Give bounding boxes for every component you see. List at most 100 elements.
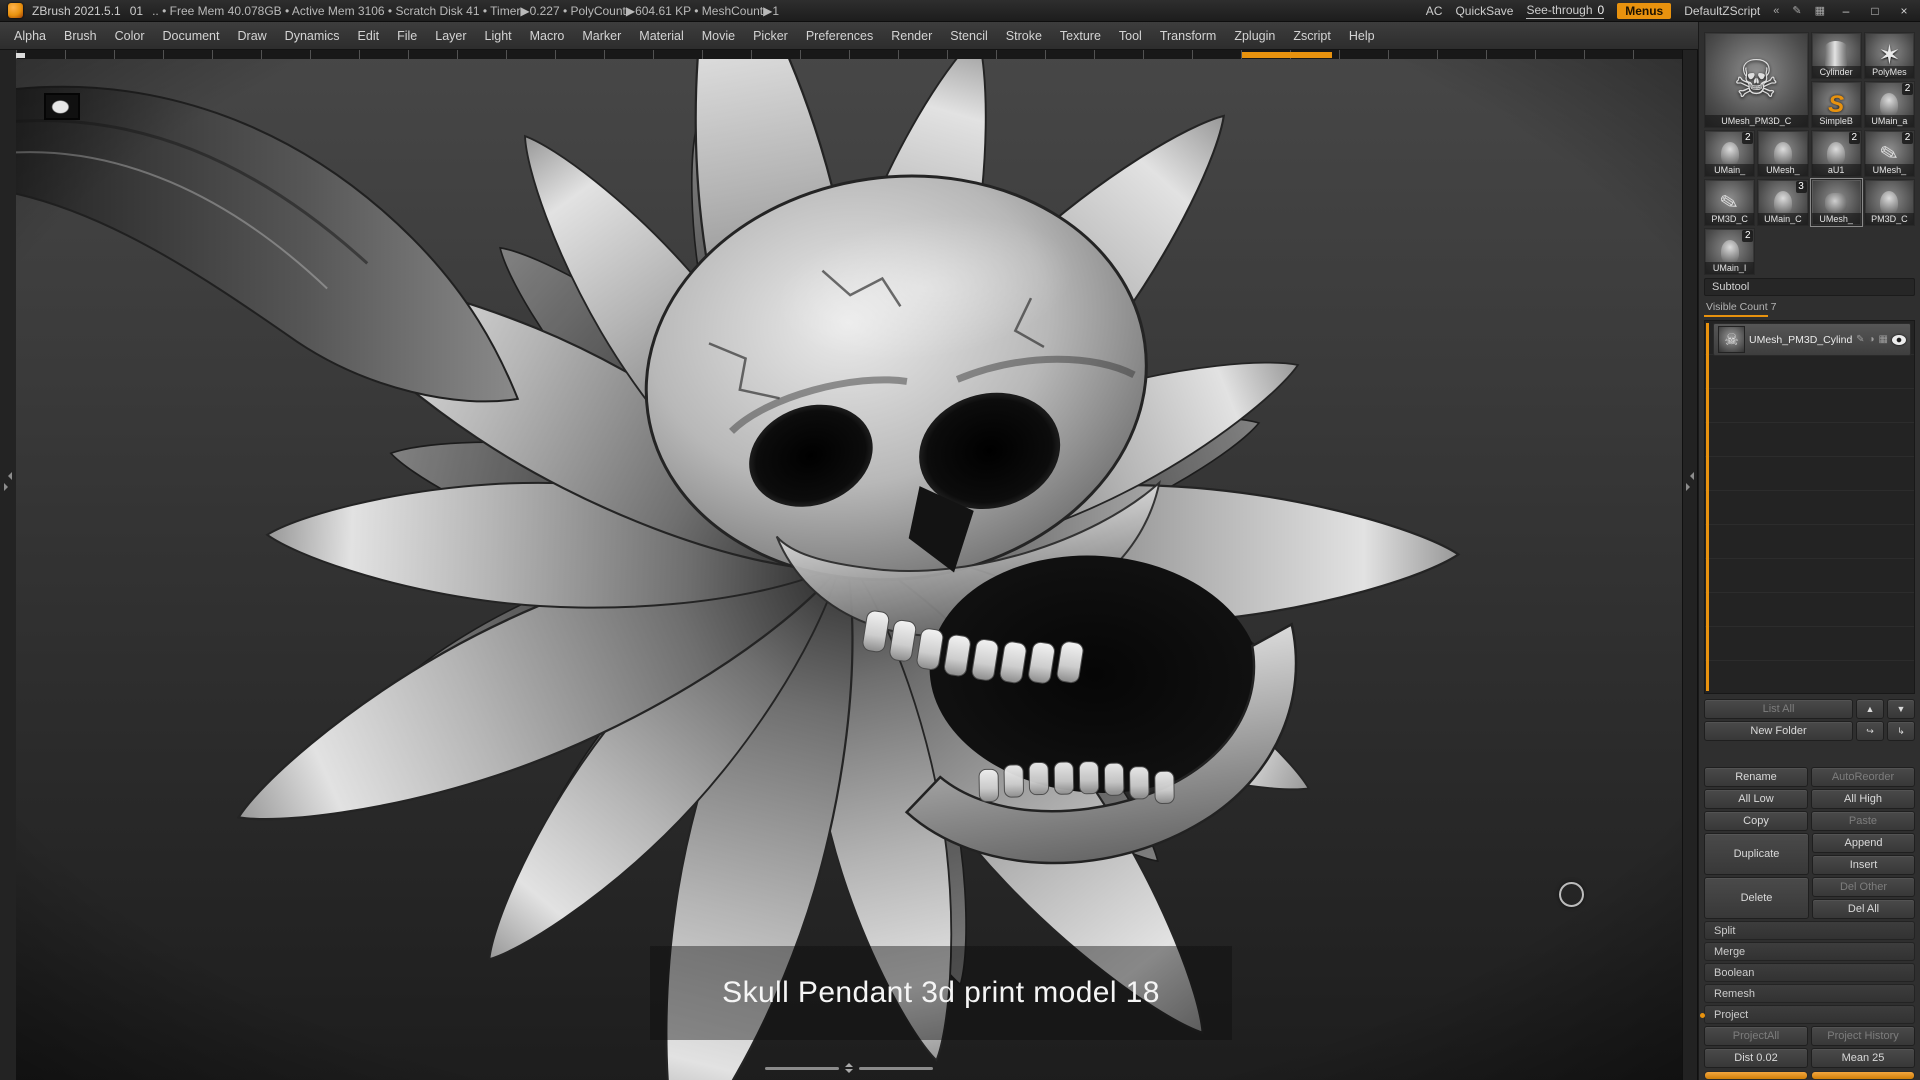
- menu-item[interactable]: Alpha: [14, 29, 46, 43]
- menu-item[interactable]: Preferences: [806, 29, 873, 43]
- ac-button[interactable]: AC: [1426, 4, 1443, 18]
- quicksave-button[interactable]: QuickSave: [1455, 4, 1513, 18]
- del-other-button[interactable]: Del Other: [1812, 877, 1915, 897]
- list-all-button[interactable]: List All: [1704, 699, 1853, 719]
- canvas-horizontal-scrollbar[interactable]: [765, 1059, 933, 1077]
- document-nav-thumbnail[interactable]: [44, 93, 80, 120]
- menu-item[interactable]: Tool: [1119, 29, 1142, 43]
- menu-item[interactable]: Zscript: [1293, 29, 1331, 43]
- menu-item[interactable]: Marker: [582, 29, 621, 43]
- tool-thumbnail-item[interactable]: SimpleB: [1810, 81, 1862, 128]
- project-all-button[interactable]: ProjectAll: [1704, 1026, 1808, 1046]
- subtool-list[interactable]: UMesh_PM3D_Cylinder3D1 ✎ ◑ ▦: [1704, 320, 1915, 694]
- minimize-button[interactable]: –: [1838, 4, 1854, 18]
- tool-thumbnail-item[interactable]: Cylinder: [1810, 32, 1862, 79]
- menu-item[interactable]: Dynamics: [285, 29, 340, 43]
- split-section-header[interactable]: Split: [1704, 921, 1915, 940]
- default-zscript-button[interactable]: DefaultZScript: [1684, 4, 1760, 18]
- all-low-button[interactable]: All Low: [1704, 789, 1808, 809]
- subtool-polyframe-icon[interactable]: ▦: [1879, 334, 1888, 345]
- menu-item[interactable]: Texture: [1060, 29, 1101, 43]
- menu-item[interactable]: Draw: [238, 29, 267, 43]
- tool-thumbnail-item[interactable]: UMesh_PM3D_C: [1704, 32, 1809, 128]
- subtool-move-down-button[interactable]: ▼: [1887, 699, 1915, 719]
- tool-thumbnail-item[interactable]: 2 UMain_: [1704, 130, 1756, 177]
- menu-item[interactable]: Picker: [753, 29, 788, 43]
- pen-tablet-icon[interactable]: ✎: [1792, 4, 1801, 17]
- tool-count-badge: 3: [1795, 181, 1807, 193]
- tool-panel: UMesh_PM3D_C Cylinder PolyMes: [1698, 22, 1920, 1080]
- dist-slider[interactable]: Dist 0.02: [1704, 1048, 1808, 1068]
- tool-thumbnail-item[interactable]: PM3D_C: [1704, 179, 1756, 226]
- menu-item[interactable]: Light: [485, 29, 512, 43]
- ruler-active-segment[interactable]: [1242, 52, 1333, 58]
- subtool-name: UMesh_PM3D_Cylinder3D1: [1749, 333, 1853, 346]
- slider-stub-left[interactable]: [1704, 1071, 1808, 1080]
- menu-item[interactable]: Stroke: [1006, 29, 1042, 43]
- subtool-visibility-eye-icon[interactable]: [1892, 334, 1906, 345]
- right-panel-collapse-handle[interactable]: [1686, 472, 1694, 492]
- subtool-polypaint-icon[interactable]: ◑: [1869, 334, 1875, 345]
- left-panel-collapse-handle[interactable]: [4, 472, 12, 492]
- boolean-section-header[interactable]: Boolean: [1704, 963, 1915, 982]
- tool-thumbnail-item[interactable]: UMesh_: [1757, 130, 1809, 177]
- subtool-move-up-button[interactable]: ▲: [1856, 699, 1884, 719]
- auto-reorder-button[interactable]: AutoReorder: [1811, 767, 1915, 787]
- menu-item[interactable]: Help: [1349, 29, 1375, 43]
- menu-item[interactable]: Material: [639, 29, 683, 43]
- menu-item[interactable]: Transform: [1160, 29, 1217, 43]
- del-all-button[interactable]: Del All: [1812, 899, 1915, 919]
- menu-item[interactable]: Color: [115, 29, 145, 43]
- menu-item[interactable]: Layer: [435, 29, 466, 43]
- sculpt-viewport[interactable]: Skull Pendant 3d print model 18: [16, 59, 1682, 1080]
- timeline-ruler[interactable]: [16, 50, 1682, 59]
- new-folder-button[interactable]: New Folder: [1704, 721, 1853, 741]
- append-button[interactable]: Append: [1812, 833, 1915, 853]
- tool-thumbnail-item[interactable]: 3 UMain_C: [1757, 179, 1809, 226]
- project-section-header[interactable]: Project: [1700, 1005, 1915, 1024]
- tool-thumbnail-item[interactable]: 2 UMesh_: [1863, 130, 1915, 177]
- all-high-button[interactable]: All High: [1811, 789, 1915, 809]
- close-button[interactable]: ×: [1896, 4, 1912, 18]
- rename-button[interactable]: Rename: [1704, 767, 1808, 787]
- duplicate-button[interactable]: Duplicate: [1704, 833, 1809, 875]
- menu-item[interactable]: File: [397, 29, 417, 43]
- menu-item[interactable]: Render: [891, 29, 932, 43]
- paste-button[interactable]: Paste: [1811, 811, 1915, 831]
- tool-thumbnail-item[interactable]: UMesh_: [1809, 178, 1863, 227]
- tool-count-badge: 2: [1742, 132, 1754, 144]
- right-panel-divider[interactable]: [1682, 50, 1698, 1080]
- folder-move-in-button[interactable]: ↪: [1856, 721, 1884, 741]
- subtool-list-item[interactable]: UMesh_PM3D_Cylinder3D1 ✎ ◑ ▦: [1713, 323, 1911, 356]
- tool-thumbnail-item[interactable]: PolyMes: [1863, 32, 1915, 79]
- project-history-button[interactable]: Project History: [1811, 1026, 1915, 1046]
- menu-item[interactable]: Edit: [358, 29, 380, 43]
- ruler-start-chip: [16, 53, 25, 58]
- menu-item[interactable]: Zplugin: [1234, 29, 1275, 43]
- folder-move-out-button[interactable]: ↳: [1887, 721, 1915, 741]
- subtool-palette-header[interactable]: Subtool: [1704, 278, 1915, 296]
- menu-item[interactable]: Document: [163, 29, 220, 43]
- tool-thumbnail-image: [1706, 34, 1807, 126]
- tool-thumbnail-item[interactable]: PM3D_C: [1863, 179, 1915, 226]
- tool-thumbnail-item[interactable]: 2 UMain_a: [1863, 81, 1915, 128]
- menu-item[interactable]: Movie: [702, 29, 735, 43]
- mean-slider[interactable]: Mean 25: [1811, 1048, 1915, 1068]
- insert-button[interactable]: Insert: [1812, 855, 1915, 875]
- merge-section-header[interactable]: Merge: [1704, 942, 1915, 961]
- menus-toggle-button[interactable]: Menus: [1617, 2, 1672, 19]
- tool-thumbnail-item[interactable]: 2 UMain_I: [1704, 228, 1756, 275]
- subtool-pen-icon[interactable]: ✎: [1856, 334, 1864, 345]
- remesh-section-header[interactable]: Remesh: [1704, 984, 1915, 1003]
- tool-thumbnail-item[interactable]: 2 aU1: [1810, 130, 1862, 177]
- grid-layout-icon[interactable]: ▦: [1815, 4, 1825, 17]
- chevrons-icon[interactable]: «: [1773, 5, 1779, 17]
- menu-item[interactable]: Brush: [64, 29, 97, 43]
- delete-button[interactable]: Delete: [1704, 877, 1809, 919]
- copy-button[interactable]: Copy: [1704, 811, 1808, 831]
- menu-item[interactable]: Stencil: [950, 29, 988, 43]
- menu-item[interactable]: Macro: [530, 29, 565, 43]
- see-through-slider[interactable]: See-through 0: [1526, 3, 1605, 19]
- maximize-button[interactable]: □: [1867, 4, 1883, 18]
- slider-stub-right[interactable]: [1811, 1071, 1915, 1080]
